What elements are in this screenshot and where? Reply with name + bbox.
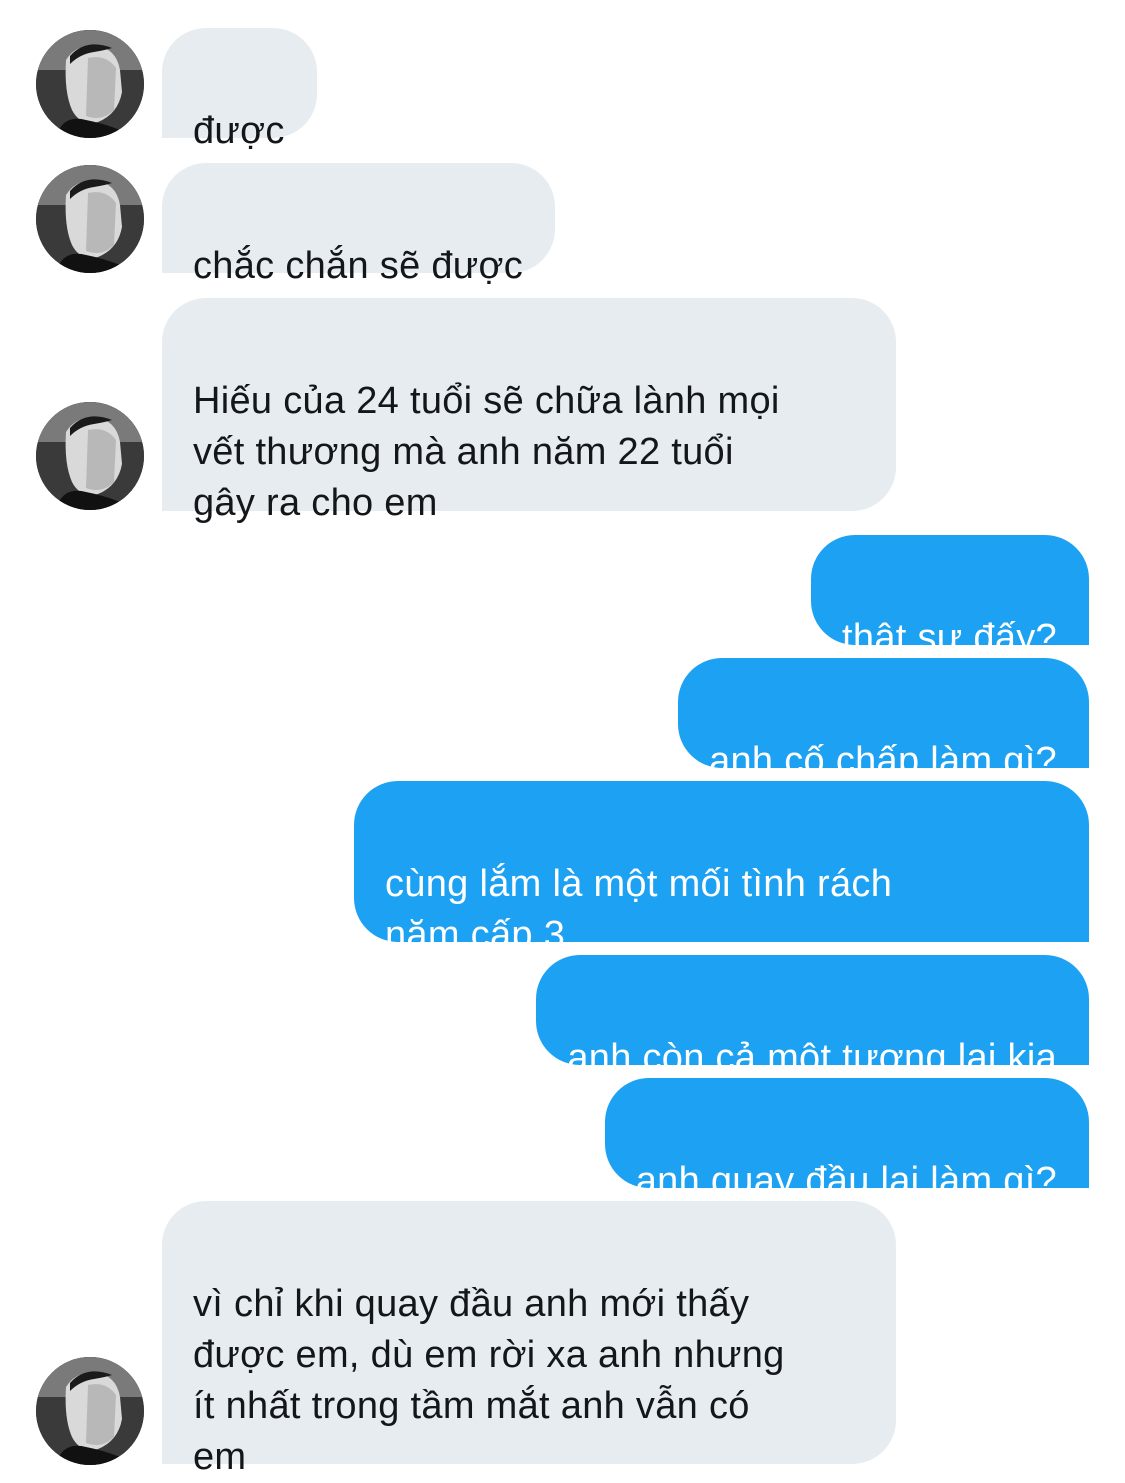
message-text: chắc chắn sẽ được [193,245,524,287]
message-text: anh quay đầu lại làm gì? [635,1160,1057,1202]
avatar[interactable] [36,402,144,510]
avatar[interactable] [36,165,144,273]
message-text: anh còn cả một tương lai kia [567,1037,1057,1079]
message-thread: được chắc chắn sẽ được Hiếu của 24 tuổi … [0,0,1125,1479]
message-text: được [193,110,285,152]
avatar[interactable] [36,1357,144,1465]
message-bubble-incoming[interactable]: được [162,28,317,152]
message-text: vì chỉ khi quay đầu anh mới thấy được em… [193,1283,785,1478]
message-text: Hiếu của 24 tuổi sẽ chữa lành mọi vết th… [193,380,780,524]
message-text: cùng lắm là một mối tình rách năm cấp 3 [385,863,893,956]
user-avatar-icon [36,1357,144,1465]
message-text: thật sự đấy? [842,617,1057,659]
message-bubble-outgoing[interactable]: anh cố chấp làm gì? [678,658,1089,782]
message-bubble-incoming[interactable]: Hiếu của 24 tuổi sẽ chữa lành mọi vết th… [162,298,896,524]
message-bubble-outgoing[interactable]: cùng lắm là một mối tình rách năm cấp 3 [354,781,1089,956]
message-bubble-outgoing[interactable]: anh quay đầu lại làm gì? [604,1078,1089,1202]
avatar[interactable] [36,30,144,138]
message-text: anh cố chấp làm gì? [709,740,1057,782]
message-bubble-outgoing[interactable]: anh còn cả một tương lai kia [536,955,1089,1079]
message-bubble-incoming[interactable]: vì chỉ khi quay đầu anh mới thấy được em… [162,1201,896,1478]
user-avatar-icon [36,402,144,510]
user-avatar-icon [36,30,144,138]
message-bubble-incoming[interactable]: chắc chắn sẽ được [162,163,556,287]
user-avatar-icon [36,165,144,273]
message-bubble-outgoing[interactable]: thật sự đấy? [811,535,1089,659]
